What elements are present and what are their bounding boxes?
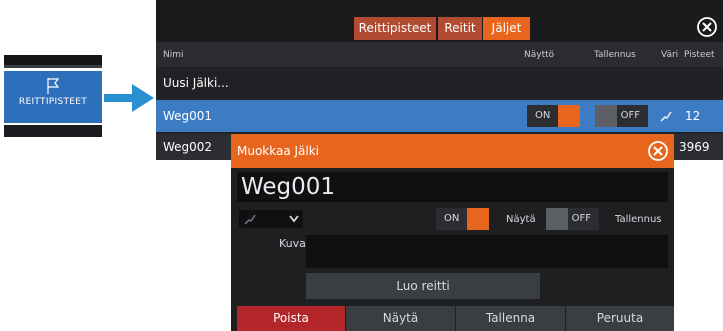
track-color-icon	[660, 111, 672, 122]
toggle-knob	[546, 208, 568, 230]
record-label: Tallennus	[615, 214, 662, 225]
dialog-title: Muokkaa Jälki	[237, 144, 320, 158]
show-button[interactable]: Näytä	[346, 306, 455, 331]
display-toggle[interactable]: ON	[527, 105, 580, 127]
tile-bottom-strip	[4, 125, 102, 137]
column-points: Pisteet	[684, 50, 715, 60]
save-button[interactable]: Tallenna	[456, 306, 565, 331]
tile-label: REITTIPISTEET	[18, 97, 88, 107]
toggle-knob	[595, 105, 617, 127]
display-toggle[interactable]: ON	[436, 208, 489, 230]
list-item-new-track[interactable]: Uusi Jälki...	[156, 67, 723, 99]
column-header: Nimi Näyttö Tallennus Väri Pisteet	[156, 42, 723, 67]
track-name-value: Weg001	[241, 174, 336, 200]
color-dropdown[interactable]	[239, 210, 303, 228]
close-icon[interactable]	[696, 16, 718, 38]
dialog-title-bar: Muokkaa Jälki	[231, 134, 674, 168]
track-color-icon	[244, 214, 256, 225]
track-name-input[interactable]: Weg001	[237, 172, 668, 202]
display-label: Näytä	[506, 214, 536, 225]
row-name: Uusi Jälki...	[163, 76, 229, 90]
cancel-button[interactable]: Peruuta	[566, 306, 674, 331]
toggle-label: OFF	[571, 213, 591, 224]
create-route-button[interactable]: Luo reitti	[306, 273, 540, 299]
toggle-label: ON	[535, 110, 551, 121]
chevron-down-icon	[289, 215, 299, 223]
row-points: 12	[685, 109, 701, 123]
record-toggle[interactable]: OFF	[595, 105, 648, 127]
column-record: Tallennus	[594, 50, 636, 60]
waypoints-tile[interactable]: REITTIPISTEET	[4, 55, 102, 137]
tile-divider	[4, 65, 102, 68]
delete-button[interactable]: Poista	[237, 306, 345, 331]
arrow-right-icon	[104, 84, 154, 112]
record-toggle[interactable]: OFF	[546, 208, 599, 230]
column-display: Näyttö	[524, 50, 555, 60]
column-color: Väri	[661, 50, 679, 60]
description-input[interactable]	[306, 235, 668, 268]
tab-bar: Reittipisteet Reitit Jäljet	[156, 0, 723, 42]
row-points: 3969	[679, 140, 710, 154]
column-name: Nimi	[163, 50, 184, 60]
row-name: Weg001	[163, 109, 213, 123]
flag-icon	[47, 78, 60, 94]
edit-track-dialog: Muokkaa Jälki Weg001 ON Näytä OFF Tallen…	[231, 134, 674, 331]
tab-routes[interactable]: Reitit	[438, 17, 482, 40]
toggle-knob	[467, 208, 489, 230]
tab-waypoints[interactable]: Reittipisteet	[354, 17, 436, 40]
tab-tracks[interactable]: Jäljet	[483, 17, 530, 40]
tile-top-strip	[4, 55, 102, 65]
list-item-weg001[interactable]: Weg001 ON OFF 12	[156, 100, 723, 132]
row-name: Weg002	[163, 140, 213, 154]
toggle-knob	[558, 105, 580, 127]
toggle-label: ON	[444, 213, 460, 224]
close-icon[interactable]	[647, 140, 669, 162]
toggle-label: OFF	[620, 110, 640, 121]
